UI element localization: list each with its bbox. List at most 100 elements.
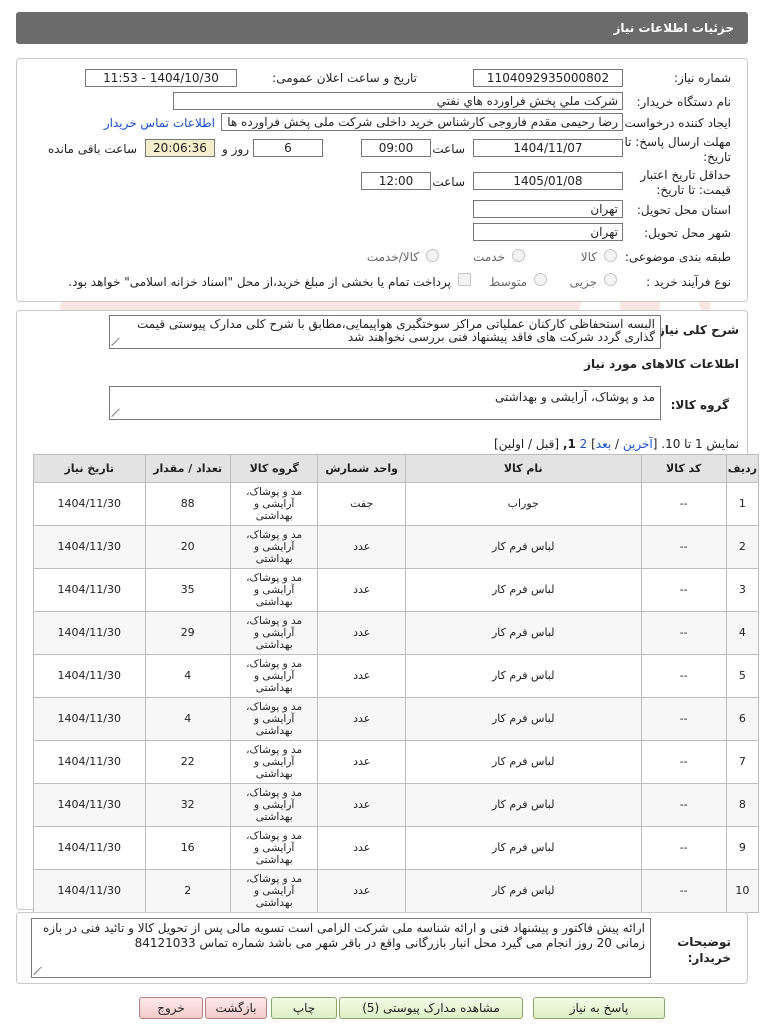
col-code: کد کالا (640, 454, 727, 483)
category-goods-service-label: کالا/خدمت (366, 250, 419, 264)
pagination-last-link[interactable]: آخرین (623, 437, 653, 451)
exit-button[interactable]: خروج (139, 997, 203, 1019)
row-index: 10 (725, 869, 760, 913)
item-group: مد و پوشاک، آرایشی و بهداشتی (229, 869, 319, 913)
item-name: لباس فرم کار (404, 654, 642, 698)
back-button[interactable]: بازگشت (205, 997, 267, 1019)
item-quantity: 32 (144, 783, 231, 827)
print-button[interactable]: چاپ (271, 997, 337, 1019)
table-row[interactable]: 4 -- لباس فرم کار عدد مد و پوشاک، آرایشی و ب… (33, 611, 760, 655)
item-name: لباس فرم کار (404, 697, 642, 741)
view-attachments-button[interactable]: مشاهده مدارک پیوستی (5) (339, 997, 523, 1019)
goods-panel: شرح کلی نیاز: البسه استحفاظی کارکنان عمل… (16, 310, 760, 913)
item-quantity: 20 (144, 525, 231, 569)
item-group: مد و پوشاک، آرایشی و بهداشتی (229, 611, 319, 655)
buyer-contact-link[interactable]: اطلاعات تماس خریدار (104, 116, 215, 130)
category-service-radio[interactable] (512, 249, 525, 262)
reply-deadline-label: مهلت ارسال پاسخ: تا (624, 135, 731, 149)
description-textarea[interactable]: البسه استحفاظی کارکنان عملیاتی مراکز سوخ… (109, 315, 661, 349)
pagination-next-link[interactable]: بعد (596, 437, 611, 451)
item-unit: عدد (317, 783, 406, 827)
action-bar: پاسخ به نیاز مشاهده مدارک پیوستی (5) چاپ… (0, 997, 761, 1023)
remaining-days-field[interactable]: 6 (253, 139, 323, 157)
table-row[interactable]: 2 -- لباس فرم کار عدد مد و پوشاک، آرایشی و ب… (33, 525, 760, 569)
pagination-page-2-link[interactable]: 2 (580, 437, 588, 451)
table-row[interactable]: 8 -- لباس فرم کار عدد مد و پوشاک، آرایشی و ب… (33, 783, 760, 827)
treasury-payment-checkbox[interactable] (458, 273, 471, 286)
province-field[interactable]: تهران (473, 200, 623, 218)
item-code: -- (640, 869, 727, 913)
remaining-time-label: ساعت باقی مانده (47, 142, 137, 156)
item-need-date: 1404/11/30 (33, 568, 146, 612)
resize-handle-icon[interactable] (112, 338, 120, 346)
city-field[interactable]: تهران (473, 223, 623, 241)
pagination-current-page: 1, (562, 437, 576, 451)
item-need-date: 1404/11/30 (33, 482, 146, 526)
item-code: -- (640, 482, 727, 526)
category-goods-radio[interactable] (604, 249, 617, 262)
reply-button[interactable]: پاسخ به نیاز (533, 997, 665, 1019)
row-index: 5 (725, 654, 760, 698)
table-row[interactable]: 9 -- لباس فرم کار عدد مد و پوشاک، آرایشی و ب… (33, 826, 760, 870)
item-unit: جفت (317, 482, 406, 526)
item-group: مد و پوشاک، آرایشی و بهداشتی (229, 697, 319, 741)
description-label: شرح کلی نیاز: (653, 323, 739, 337)
buyer-org-field[interactable]: شرکت ملي پخش فراورده هاي نفتي (173, 92, 623, 110)
table-row[interactable]: 10 -- لباس فرم کار عدد مد و پوشاک، آرایشی و … (33, 869, 760, 913)
item-unit: عدد (317, 525, 406, 569)
goods-table: ردیف کد کالا نام کالا واحد شمارش گروه کا… (33, 454, 760, 913)
province-label: استان محل تحویل: (636, 203, 731, 217)
buyer-notes-label: توضیحات (677, 935, 731, 949)
goods-info-title: اطلاعات کالاهای مورد نیاز (584, 357, 739, 371)
price-validity-time-label: ساعت (432, 175, 465, 189)
col-quantity: تعداد / مقدار (144, 454, 231, 483)
row-index: 3 (725, 568, 760, 612)
item-quantity: 22 (144, 740, 231, 784)
purchase-type-minor-radio[interactable] (604, 273, 617, 286)
reply-deadline-label-2: تاریخ: (703, 150, 731, 164)
item-name: جوراب (404, 482, 642, 526)
price-validity-date-field[interactable]: 1405/01/08 (473, 172, 623, 190)
category-goods-service-radio[interactable] (426, 249, 439, 262)
row-index: 1 (725, 482, 760, 526)
requester-label: ایجاد کننده درخواست: (620, 116, 731, 130)
item-code: -- (640, 697, 727, 741)
table-row[interactable]: 5 -- لباس فرم کار عدد مد و پوشاک، آرایشی و ب… (33, 654, 760, 698)
buyer-notes-text: ارائه پیش فاکتور و پیشنهاد فنی و ارائه ش… (43, 921, 645, 950)
goods-group-label: گروه کالا: (670, 398, 729, 412)
table-row[interactable]: 7 -- لباس فرم کار عدد مد و پوشاک، آرایشی و ب… (33, 740, 760, 784)
item-name: لباس فرم کار (404, 525, 642, 569)
item-unit: عدد (317, 697, 406, 741)
table-row[interactable]: 6 -- لباس فرم کار عدد مد و پوشاک، آرایشی و ب… (33, 697, 760, 741)
resize-handle-icon[interactable] (34, 967, 42, 975)
table-row[interactable]: 1 -- جوراب جفت مد و پوشاک، آرایشی و بهداشتی 8… (33, 482, 760, 526)
requester-field[interactable]: رضا رحیمی مقدم فاروجی کارشناس خرید داخلی… (221, 113, 623, 131)
buyer-notes-textarea[interactable]: ارائه پیش فاکتور و پیشنهاد فنی و ارائه ش… (31, 918, 651, 978)
table-row[interactable]: 3 -- لباس فرم کار عدد مد و پوشاک، آرایشی و ب… (33, 568, 760, 612)
reply-deadline-date-field[interactable]: 1404/11/07 (473, 139, 623, 157)
item-unit: عدد (317, 654, 406, 698)
item-need-date: 1404/11/30 (33, 525, 146, 569)
col-unit: واحد شمارش (317, 454, 406, 483)
purchase-type-medium-radio[interactable] (534, 273, 547, 286)
buyer-org-label: نام دستگاه خریدار: (636, 95, 732, 109)
item-name: لباس فرم کار (404, 740, 642, 784)
category-goods-label: کالا (580, 250, 597, 264)
treasury-payment-note: پرداخت تمام یا بخشی از مبلغ خرید،از محل … (68, 275, 451, 289)
announce-datetime-field[interactable]: 1404/10/30 - 11:53 (85, 69, 237, 87)
item-quantity: 16 (144, 826, 231, 870)
goods-group-textarea[interactable]: مد و پوشاک، آرایشی و بهداشتی (109, 386, 661, 420)
resize-handle-icon[interactable] (112, 409, 120, 417)
item-code: -- (640, 654, 727, 698)
category-label: طبقه بندی موضوعی: (624, 250, 731, 264)
col-group: گروه کالا (229, 454, 319, 483)
reply-deadline-time-field[interactable]: 09:00 (361, 139, 431, 157)
item-code: -- (640, 783, 727, 827)
col-name: نام کالا (404, 454, 642, 483)
item-need-date: 1404/11/30 (33, 826, 146, 870)
item-group: مد و پوشاک، آرایشی و بهداشتی (229, 525, 319, 569)
price-validity-time-field[interactable]: 12:00 (361, 172, 431, 190)
buyer-notes-panel: توضیحات خریدار: ارائه پیش فاکتور و پیشنه… (16, 912, 748, 984)
purchase-type-medium-label: متوسط (489, 275, 527, 289)
need-number-field[interactable]: 1104092935000802 (473, 69, 623, 87)
